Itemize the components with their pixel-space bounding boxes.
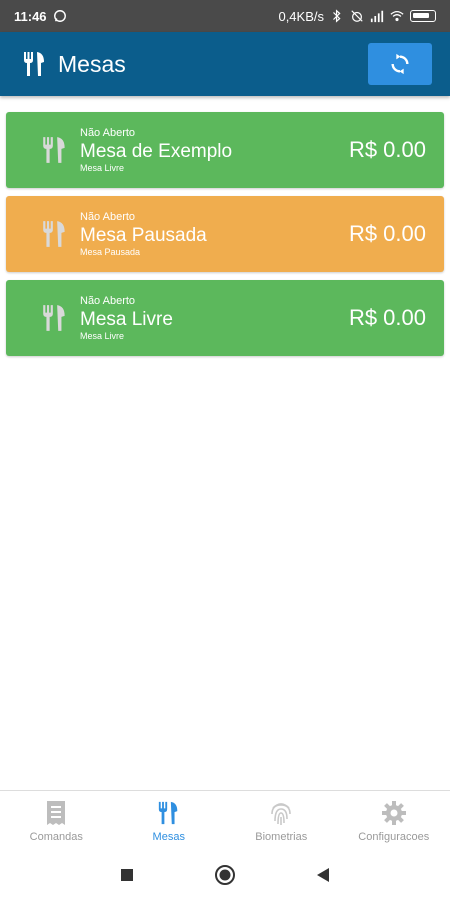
table-status: Não Aberto <box>80 126 136 139</box>
app-bar: Mesas <box>0 32 450 96</box>
table-substatus: Mesa Pausada <box>80 246 141 257</box>
table-status: Não Aberto <box>80 210 136 223</box>
whatsapp-icon <box>53 10 66 22</box>
clock: 11:46 <box>14 8 47 24</box>
cutlery-icon <box>43 305 65 331</box>
alarm-off-icon <box>351 10 363 22</box>
receipt-icon <box>47 800 66 825</box>
nav-label: Mesas <box>152 830 185 843</box>
table-list: Não Aberto Mesa de Exemplo Mesa Livre R$… <box>6 112 444 364</box>
wifi-icon <box>390 10 404 22</box>
cutlery-icon <box>158 801 178 824</box>
table-total: R$ 0.00 <box>348 305 426 330</box>
back-icon[interactable] <box>316 867 330 883</box>
table-name: Mesa de Exemplo <box>80 140 233 162</box>
system-navigation-bar <box>0 850 450 900</box>
signal-icon <box>370 10 384 23</box>
bluetooth-icon <box>333 9 341 23</box>
recents-icon[interactable] <box>120 868 134 882</box>
refresh-button[interactable] <box>368 43 432 85</box>
home-icon[interactable] <box>214 864 236 886</box>
table-substatus: Mesa Livre <box>80 162 125 173</box>
cutlery-icon <box>43 221 65 247</box>
bottom-navigation: Comandas Mesas Biometrias Configuracoes <box>0 790 450 850</box>
nav-label: Biometrias <box>255 830 308 843</box>
nav-mesas[interactable]: Mesas <box>113 791 226 850</box>
nav-label: Comandas <box>29 830 83 843</box>
cutlery-icon <box>24 52 44 76</box>
network-speed: 0,4KB/s <box>278 8 324 24</box>
nav-biometrias[interactable]: Biometrias <box>225 791 338 850</box>
table-total: R$ 0.00 <box>348 137 426 162</box>
nav-label: Configuracoes <box>358 830 430 843</box>
cutlery-icon <box>43 137 65 163</box>
status-bar: 11:46 0,4KB/s <box>0 0 450 32</box>
nav-comandas[interactable]: Comandas <box>0 791 113 850</box>
table-card[interactable]: Não Aberto Mesa Livre Mesa Livre R$ 0.00 <box>6 280 444 356</box>
gear-icon <box>381 800 406 825</box>
table-name: Mesa Pausada <box>80 224 207 246</box>
table-card[interactable]: Não Aberto Mesa Pausada Mesa Pausada R$ … <box>6 196 444 272</box>
table-total: R$ 0.00 <box>348 221 426 246</box>
refresh-icon <box>391 53 409 75</box>
page-title: Mesas <box>58 50 126 77</box>
battery-icon <box>410 10 436 22</box>
table-status: Não Aberto <box>80 294 136 307</box>
table-substatus: Mesa Livre <box>80 330 125 341</box>
table-name: Mesa Livre <box>80 308 173 330</box>
table-card[interactable]: Não Aberto Mesa de Exemplo Mesa Livre R$… <box>6 112 444 188</box>
nav-configuracoes[interactable]: Configuracoes <box>338 791 450 850</box>
fingerprint-icon <box>271 802 292 825</box>
